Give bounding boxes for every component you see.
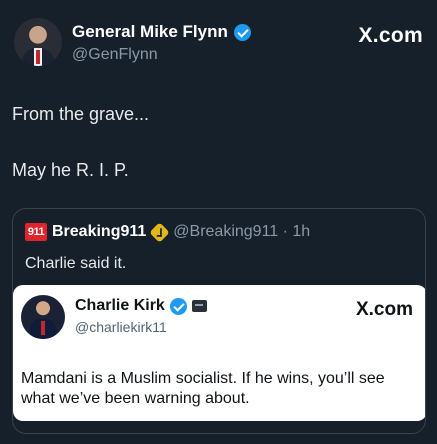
author-name-row: General Mike Flynn bbox=[72, 22, 251, 42]
affiliate-badge-icon bbox=[191, 300, 207, 312]
embedded-display-name: Charlie Kirk bbox=[75, 297, 165, 314]
embedded-author-avatar bbox=[21, 295, 65, 339]
post-text-line-1: From the grave... bbox=[12, 104, 150, 124]
verified-badge-icon bbox=[233, 23, 251, 41]
quoted-handle-time: @Breaking911 · 1h bbox=[173, 223, 311, 240]
quoted-post-header: 911 Breaking911 @Breaking911 · 1h bbox=[25, 221, 311, 243]
embedded-post-screenshot: Charlie Kirk @charliekirk11 X.com Mamdan… bbox=[13, 285, 425, 421]
post-header: General Mike Flynn @GenFlynn X.com bbox=[14, 18, 423, 70]
quoted-post-card[interactable]: 911 Breaking911 @Breaking911 · 1h Charli… bbox=[12, 208, 426, 434]
embedded-post-text: Mamdani is a Muslim socialist. If he win… bbox=[21, 370, 385, 407]
author-avatar[interactable] bbox=[14, 18, 62, 66]
embedded-x-com-brand: X.com bbox=[355, 299, 413, 320]
embedded-handle: @charliekirk11 bbox=[75, 319, 167, 335]
quoted-post-text: Charlie said it. bbox=[25, 255, 127, 272]
embedded-name-row: Charlie Kirk bbox=[75, 297, 207, 315]
author-display-name[interactable]: General Mike Flynn bbox=[72, 22, 228, 42]
author-handle[interactable]: @GenFlynn bbox=[72, 46, 158, 64]
verified-badge-icon bbox=[169, 297, 187, 315]
gold-verified-badge-icon bbox=[149, 221, 170, 243]
quoted-display-name[interactable]: Breaking911 bbox=[52, 223, 146, 241]
breaking911-logo: 911 bbox=[25, 223, 47, 241]
post-text-line-2: May he R. I. P. bbox=[12, 160, 129, 180]
x-com-brand: X.com bbox=[358, 24, 423, 47]
